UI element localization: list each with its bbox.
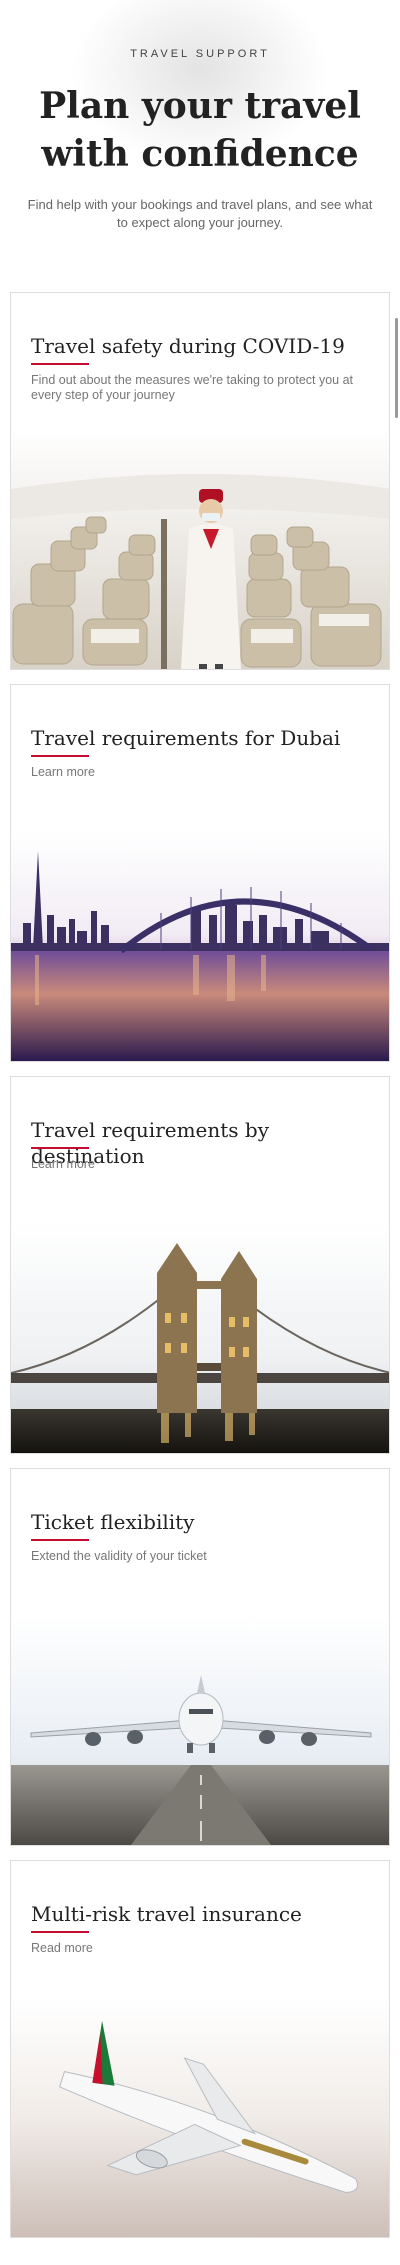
card-text: Learn more	[31, 765, 95, 779]
card-rule	[31, 1539, 89, 1541]
card-title: Travel requirements for Dubai	[31, 726, 341, 750]
card-title: Multi-risk travel insurance	[31, 1902, 302, 1926]
card-travel-insurance[interactable]: Multi-risk travel insurance Read more	[10, 1860, 390, 2238]
card-rule	[31, 363, 89, 365]
card-text: Read more	[31, 1941, 93, 1955]
emirates-aircraft-image	[11, 1997, 389, 2237]
hero: TRAVEL SUPPORT Plan your travel with con…	[0, 0, 400, 280]
dubai-skyline-image	[11, 831, 389, 1061]
a380-runway-image	[11, 1615, 389, 1845]
cabin-crew-image	[11, 429, 389, 669]
card-rule	[31, 1931, 89, 1933]
page-title: Plan your travel with confidence	[39, 85, 361, 175]
scrollbar-thumb[interactable]	[395, 318, 398, 418]
card-text: Extend the validity of your ticket	[31, 1549, 207, 1563]
card-title: Travel safety during COVID-19	[31, 334, 345, 358]
card-dubai-requirements[interactable]: Travel requirements for Dubai Learn more	[10, 684, 390, 1062]
card-rule	[31, 755, 89, 757]
card-ticket-flexibility[interactable]: Ticket flexibility Extend the validity o…	[10, 1468, 390, 1846]
card-destination-requirements[interactable]: Travel requirements by destination Learn…	[10, 1076, 390, 1454]
card-travel-safety[interactable]: Travel safety during COVID-19 Find out a…	[10, 292, 390, 670]
page-lead: Find help with your bookings and travel …	[27, 197, 373, 230]
tower-bridge-image	[11, 1223, 389, 1453]
card-text: Learn more	[31, 1157, 95, 1171]
card-text: Find out about the measures we're taking…	[31, 373, 354, 402]
card-rule	[31, 1147, 89, 1149]
eyebrow: TRAVEL SUPPORT	[130, 48, 270, 60]
card-title: Ticket flexibility	[31, 1510, 195, 1534]
